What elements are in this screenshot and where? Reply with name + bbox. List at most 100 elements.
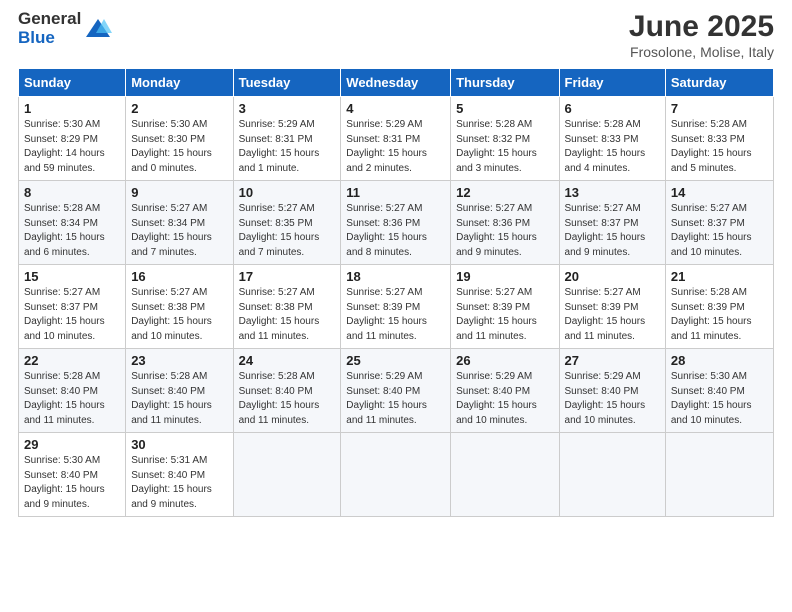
day-number: 10 <box>239 185 336 200</box>
day-info: Sunrise: 5:27 AMSunset: 8:38 PMDaylight:… <box>131 286 227 344</box>
calendar-header-row: Sunday Monday Tuesday Wednesday Thursday… <box>19 69 774 97</box>
table-row: 16Sunrise: 5:27 AMSunset: 8:38 PMDayligh… <box>126 265 233 349</box>
table-row <box>559 433 665 517</box>
table-row <box>233 433 341 517</box>
day-number: 25 <box>346 353 445 368</box>
day-info: Sunrise: 5:29 AMSunset: 8:40 PMDaylight:… <box>346 370 445 428</box>
day-number: 29 <box>24 437 120 452</box>
table-row: 23 Sunrise: 5:28 AMSunset: 8:40 PMDayligh… <box>126 349 233 433</box>
day-number: 15 <box>24 269 120 284</box>
day-info: Sunrise: 5:27 AMSunset: 8:37 PMDaylight:… <box>565 202 660 260</box>
day-number: 27 <box>565 353 660 368</box>
day-number: 8 <box>24 185 120 200</box>
day-info: Sunrise: 5:28 AMSunset: 8:34 PMDaylight:… <box>24 202 120 260</box>
table-row: 10Sunrise: 5:27 AMSunset: 8:35 PMDayligh… <box>233 181 341 265</box>
day-info: Sunrise: 5:31 AMSunset: 8:40 PMDaylight:… <box>131 454 227 512</box>
table-row: 13 Sunrise: 5:27 AMSunset: 8:37 PMDayligh… <box>559 181 665 265</box>
table-row: 11Sunrise: 5:27 AMSunset: 8:36 PMDayligh… <box>341 181 451 265</box>
day-info: Sunrise: 5:27 AMSunset: 8:39 PMDaylight:… <box>346 286 445 344</box>
table-row: 2 Sunrise: 5:30 AMSunset: 8:30 PMDaylight… <box>126 97 233 181</box>
table-row: 28 Sunrise: 5:30 AMSunset: 8:40 PMDayligh… <box>665 349 773 433</box>
day-number: 26 <box>456 353 553 368</box>
title-block: June 2025 Frosolone, Molise, Italy <box>629 10 774 60</box>
table-row: 29 Sunrise: 5:30 AMSunset: 8:40 PMDayligh… <box>19 433 126 517</box>
logo-general: General <box>18 10 81 29</box>
day-info: Sunrise: 5:30 AMSunset: 8:29 PMDaylight:… <box>24 118 120 176</box>
table-row <box>665 433 773 517</box>
day-number: 20 <box>565 269 660 284</box>
col-monday: Monday <box>126 69 233 97</box>
day-number: 21 <box>671 269 768 284</box>
day-number: 28 <box>671 353 768 368</box>
table-row: 7 Sunrise: 5:28 AMSunset: 8:33 PMDaylight… <box>665 97 773 181</box>
logo: General Blue <box>18 10 112 47</box>
table-row <box>451 433 559 517</box>
header: General Blue June 2025 Frosolone, Molise… <box>18 10 774 60</box>
day-info: Sunrise: 5:27 AMSunset: 8:36 PMDaylight:… <box>456 202 553 260</box>
day-info: Sunrise: 5:27 AMSunset: 8:36 PMDaylight:… <box>346 202 445 260</box>
day-number: 23 <box>131 353 227 368</box>
day-number: 18 <box>346 269 445 284</box>
day-number: 17 <box>239 269 336 284</box>
col-tuesday: Tuesday <box>233 69 341 97</box>
day-info: Sunrise: 5:30 AMSunset: 8:40 PMDaylight:… <box>671 370 768 428</box>
day-info: Sunrise: 5:28 AMSunset: 8:40 PMDaylight:… <box>239 370 336 428</box>
main-title: June 2025 <box>629 10 774 44</box>
table-row: 25 Sunrise: 5:29 AMSunset: 8:40 PMDayligh… <box>341 349 451 433</box>
day-info: Sunrise: 5:28 AMSunset: 8:40 PMDaylight:… <box>131 370 227 428</box>
table-row: 14Sunrise: 5:27 AMSunset: 8:37 PMDayligh… <box>665 181 773 265</box>
col-wednesday: Wednesday <box>341 69 451 97</box>
day-info: Sunrise: 5:27 AMSunset: 8:39 PMDaylight:… <box>456 286 553 344</box>
table-row: 6 Sunrise: 5:28 AMSunset: 8:33 PMDaylight… <box>559 97 665 181</box>
day-number: 13 <box>565 185 660 200</box>
table-row: 5 Sunrise: 5:28 AMSunset: 8:32 PMDaylight… <box>451 97 559 181</box>
day-info: Sunrise: 5:29 AMSunset: 8:31 PMDaylight:… <box>346 118 445 176</box>
day-info: Sunrise: 5:29 AMSunset: 8:40 PMDaylight:… <box>456 370 553 428</box>
logo-blue: Blue <box>18 29 81 48</box>
day-info: Sunrise: 5:28 AMSunset: 8:33 PMDaylight:… <box>565 118 660 176</box>
day-number: 3 <box>239 101 336 116</box>
day-info: Sunrise: 5:28 AMSunset: 8:40 PMDaylight:… <box>24 370 120 428</box>
day-info: Sunrise: 5:28 AMSunset: 8:32 PMDaylight:… <box>456 118 553 176</box>
day-number: 2 <box>131 101 227 116</box>
table-row: 8 Sunrise: 5:28 AMSunset: 8:34 PMDaylight… <box>19 181 126 265</box>
calendar-week-row: 29 Sunrise: 5:30 AMSunset: 8:40 PMDayligh… <box>19 433 774 517</box>
calendar-week-row: 15 Sunrise: 5:27 AMSunset: 8:37 PMDayligh… <box>19 265 774 349</box>
col-friday: Friday <box>559 69 665 97</box>
day-info: Sunrise: 5:28 AMSunset: 8:39 PMDaylight:… <box>671 286 768 344</box>
day-info: Sunrise: 5:29 AMSunset: 8:40 PMDaylight:… <box>565 370 660 428</box>
calendar-table: Sunday Monday Tuesday Wednesday Thursday… <box>18 68 774 517</box>
table-row: 4 Sunrise: 5:29 AMSunset: 8:31 PMDaylight… <box>341 97 451 181</box>
day-info: Sunrise: 5:30 AMSunset: 8:30 PMDaylight:… <box>131 118 227 176</box>
table-row: 12 Sunrise: 5:27 AMSunset: 8:36 PMDayligh… <box>451 181 559 265</box>
table-row: 24Sunrise: 5:28 AMSunset: 8:40 PMDayligh… <box>233 349 341 433</box>
day-number: 4 <box>346 101 445 116</box>
logo-text: General Blue <box>18 10 81 47</box>
table-row: 19 Sunrise: 5:27 AMSunset: 8:39 PMDayligh… <box>451 265 559 349</box>
page: General Blue June 2025 Frosolone, Molise… <box>0 0 792 612</box>
table-row: 20 Sunrise: 5:27 AMSunset: 8:39 PMDayligh… <box>559 265 665 349</box>
day-info: Sunrise: 5:27 AMSunset: 8:37 PMDaylight:… <box>24 286 120 344</box>
day-number: 9 <box>131 185 227 200</box>
day-number: 12 <box>456 185 553 200</box>
day-number: 7 <box>671 101 768 116</box>
table-row: 26 Sunrise: 5:29 AMSunset: 8:40 PMDayligh… <box>451 349 559 433</box>
day-number: 30 <box>131 437 227 452</box>
day-info: Sunrise: 5:29 AMSunset: 8:31 PMDaylight:… <box>239 118 336 176</box>
day-info: Sunrise: 5:28 AMSunset: 8:33 PMDaylight:… <box>671 118 768 176</box>
subtitle: Frosolone, Molise, Italy <box>629 44 774 60</box>
day-number: 5 <box>456 101 553 116</box>
table-row: 27 Sunrise: 5:29 AMSunset: 8:40 PMDayligh… <box>559 349 665 433</box>
table-row: 3 Sunrise: 5:29 AMSunset: 8:31 PMDaylight… <box>233 97 341 181</box>
col-thursday: Thursday <box>451 69 559 97</box>
day-number: 19 <box>456 269 553 284</box>
day-number: 14 <box>671 185 768 200</box>
day-info: Sunrise: 5:30 AMSunset: 8:40 PMDaylight:… <box>24 454 120 512</box>
day-number: 6 <box>565 101 660 116</box>
day-number: 1 <box>24 101 120 116</box>
day-info: Sunrise: 5:27 AMSunset: 8:39 PMDaylight:… <box>565 286 660 344</box>
col-saturday: Saturday <box>665 69 773 97</box>
col-sunday: Sunday <box>19 69 126 97</box>
table-row: 18 Sunrise: 5:27 AMSunset: 8:39 PMDayligh… <box>341 265 451 349</box>
table-row: 22Sunrise: 5:28 AMSunset: 8:40 PMDayligh… <box>19 349 126 433</box>
